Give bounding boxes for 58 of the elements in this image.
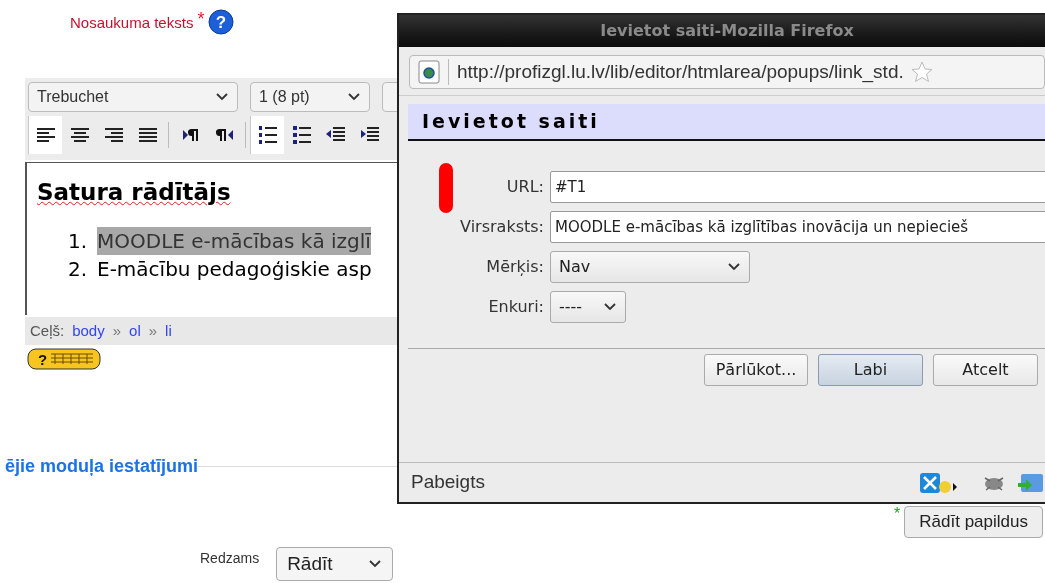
path-link[interactable]: li <box>165 319 172 343</box>
status-text: Pabeigts <box>411 470 485 495</box>
dialog-button[interactable]: Pārlūkot... <box>704 354 808 386</box>
star-icon[interactable] <box>909 60 934 84</box>
window-title: Ievietot saiti-Mozilla Firefox <box>600 20 854 42</box>
path-link[interactable]: ol <box>129 319 141 343</box>
field-label: Nosaukuma teksts <box>70 13 194 33</box>
path-separator: » <box>112 320 122 341</box>
field-value: #T1 <box>555 176 587 198</box>
field-label: Virsraksts: <box>459 216 545 238</box>
paragraph-right-arrow-icon <box>180 126 201 144</box>
dialog-button[interactable]: Atcelt <box>933 354 1038 386</box>
required-mark: * <box>197 12 205 26</box>
required-mark: * <box>894 506 901 522</box>
field-label: Enkuri: <box>487 296 545 318</box>
section-heading: ējie moduļa iestatījumi <box>5 455 199 478</box>
list-item: E-mācību pedagoģiskie asp <box>97 256 372 283</box>
visible-select[interactable]: Rādīt <box>276 547 394 581</box>
visible-label: Redzams <box>200 548 260 568</box>
path-link[interactable]: body <box>72 319 105 343</box>
address-text: http://profizgl.lu.lv/lib/editor/htmlarea/popups/link_std. <box>457 59 904 85</box>
address-bar[interactable]: http://profizgl.lu.lv/lib/editor/htmlarea/popups/link_std. <box>409 55 1045 89</box>
bulleted-list-icon <box>290 125 313 145</box>
chevron-icon <box>368 559 383 569</box>
text-field[interactable]: #T1 <box>550 171 1045 203</box>
list-number: 1. <box>66 228 88 255</box>
help-icon[interactable]: ? <box>208 9 235 35</box>
select-field[interactable]: Nav <box>550 251 750 283</box>
align-center-icon <box>68 126 91 144</box>
font-select[interactable]: Trebuchet <box>28 82 238 112</box>
field-label: Mērķis: <box>485 256 545 278</box>
numbered-list-icon <box>256 125 279 145</box>
list-number: 2. <box>66 256 88 283</box>
align-left-icon <box>34 126 57 144</box>
paragraph-left-arrow-icon <box>214 126 235 144</box>
size-select[interactable]: 1 (8 pt) <box>250 82 370 112</box>
dialog-heading: Ievietot saiti <box>422 109 600 135</box>
list-item: MOODLE e-mācības kā izglī <box>97 227 371 255</box>
show-more-button[interactable]: Rādīt papildus <box>904 506 1043 538</box>
toolbar-button[interactable] <box>250 116 284 154</box>
toolbar-button[interactable] <box>28 116 62 154</box>
field-value: MOODLE e-mācības kā izglītības inovācija un nepiecieš <box>555 216 969 238</box>
field-label: URL: <box>505 176 545 198</box>
dialog-button[interactable]: Labi <box>818 354 923 386</box>
path-separator: » <box>148 320 158 341</box>
align-justify-icon <box>136 126 159 144</box>
keyboard-help-icon[interactable]: ? <box>27 348 101 370</box>
select-field[interactable]: ---- <box>550 291 626 323</box>
path-label: Ceļš: <box>30 320 65 341</box>
chevron-icon <box>603 302 617 312</box>
text-field[interactable]: MOODLE e-mācības kā izglītības inovācija un nepiecieš <box>550 211 1045 243</box>
annotation-stroke <box>436 162 456 216</box>
add-on-icon <box>919 470 959 495</box>
editor-heading: Satura rādītājs <box>37 178 231 207</box>
chevron-icon <box>215 92 229 102</box>
chevron-icon <box>727 262 741 272</box>
align-right-icon <box>102 126 125 144</box>
chevron-icon <box>347 92 361 102</box>
